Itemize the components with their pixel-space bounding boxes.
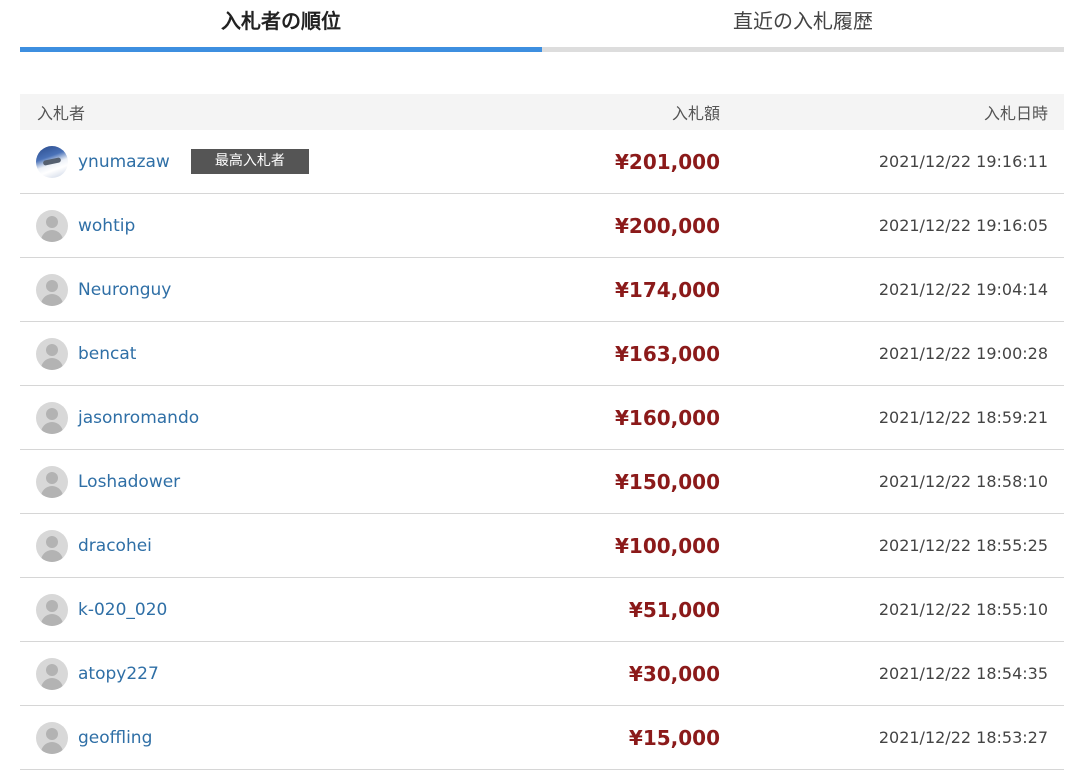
default-user-icon[interactable]	[36, 721, 68, 754]
table-row: ynumazaw 最高入札者 ¥201,000 2021/12/22 19:16:11	[20, 130, 1064, 194]
bidder-name-link[interactable]: bencat	[78, 344, 136, 364]
user-body-shape	[41, 613, 63, 626]
bid-amount: ¥15,000	[628, 725, 720, 750]
bid-datetime: 2021/12/22 19:04:14	[878, 280, 1048, 299]
bid-datetime: 2021/12/22 18:59:21	[878, 408, 1048, 427]
bidder-cell: Loshadower	[20, 465, 580, 498]
tab-recent-bid-history[interactable]: 直近の入札履歴	[542, 0, 1064, 52]
bidder-name-link[interactable]: Loshadower	[78, 472, 180, 492]
bidder-name-link[interactable]: Neuronguy	[78, 280, 171, 300]
bid-datetime: 2021/12/22 18:54:35	[878, 664, 1048, 683]
user-head-shape	[46, 471, 58, 484]
bid-amount: ¥150,000	[614, 469, 720, 494]
user-body-shape	[41, 485, 63, 498]
user-head-shape	[46, 407, 58, 420]
header-amount: 入札額	[671, 104, 720, 123]
tab-bidder-ranking[interactable]: 入札者の順位	[20, 0, 542, 52]
table-row: atopy227 ¥30,000 2021/12/22 18:54:35	[20, 642, 1064, 706]
user-head-shape	[46, 599, 58, 612]
user-body-shape	[41, 293, 63, 306]
bid-datetime: 2021/12/22 18:55:25	[878, 536, 1048, 555]
user-body-shape	[41, 229, 63, 242]
user-body-shape	[41, 357, 63, 370]
table-row: dracohei ¥100,000 2021/12/22 18:55:25	[20, 514, 1064, 578]
default-user-icon[interactable]	[36, 657, 68, 690]
bidder-cell: jasonromando	[20, 401, 580, 434]
airplane-icon	[42, 156, 62, 166]
bidder-name-link[interactable]: k-020_020	[78, 600, 167, 620]
bid-amount: ¥160,000	[614, 405, 720, 430]
default-user-icon[interactable]	[36, 337, 68, 370]
bidder-table: 入札者 入札額 入札日時 ynumazaw 最高入札者 ¥201,000 2021/1…	[20, 94, 1064, 770]
bidder-cell: Neuronguy	[20, 273, 580, 306]
bidder-name-link[interactable]: atopy227	[78, 664, 159, 684]
user-head-shape	[46, 727, 58, 740]
user-head-shape	[46, 279, 58, 292]
bidder-cell: dracohei	[20, 529, 580, 562]
table-row: Loshadower ¥150,000 2021/12/22 18:58:10	[20, 450, 1064, 514]
bid-amount: ¥174,000	[614, 277, 720, 302]
user-body-shape	[41, 549, 63, 562]
bid-datetime: 2021/12/22 19:16:05	[878, 216, 1048, 235]
table-row: geoffling ¥15,000 2021/12/22 18:53:27	[20, 706, 1064, 770]
bid-datetime: 2021/12/22 19:00:28	[878, 344, 1048, 363]
table-row: k-020_020 ¥51,000 2021/12/22 18:55:10	[20, 578, 1064, 642]
bidder-name-link[interactable]: dracohei	[78, 536, 152, 556]
top-bidder-badge: 最高入札者	[190, 149, 309, 174]
user-head-shape	[46, 535, 58, 548]
bidder-cell: atopy227	[20, 657, 580, 690]
default-user-icon[interactable]	[36, 273, 68, 306]
avatar[interactable]	[36, 145, 68, 178]
bid-amount: ¥30,000	[628, 661, 720, 686]
header-datetime: 入札日時	[983, 104, 1048, 123]
tab-bar: 入札者の順位 直近の入札履歴	[20, 0, 1064, 52]
default-user-icon[interactable]	[36, 209, 68, 242]
bidder-cell: ynumazaw 最高入札者	[20, 145, 580, 178]
default-user-icon[interactable]	[36, 593, 68, 626]
bid-amount: ¥51,000	[628, 597, 720, 622]
user-head-shape	[46, 343, 58, 356]
bidder-cell: geoffling	[20, 721, 580, 754]
bid-datetime: 2021/12/22 18:55:10	[878, 600, 1048, 619]
table-header: 入札者 入札額 入札日時	[20, 94, 1064, 130]
bid-amount: ¥100,000	[614, 533, 720, 558]
header-bidder: 入札者	[37, 104, 86, 123]
bid-datetime: 2021/12/22 18:58:10	[878, 472, 1048, 491]
bidder-cell: wohtip	[20, 209, 580, 242]
bid-amount: ¥201,000	[614, 149, 720, 174]
table-row: Neuronguy ¥174,000 2021/12/22 19:04:14	[20, 258, 1064, 322]
bid-amount: ¥163,000	[614, 341, 720, 366]
table-row: wohtip ¥200,000 2021/12/22 19:16:05	[20, 194, 1064, 258]
bidder-cell: bencat	[20, 337, 580, 370]
bid-datetime: 2021/12/22 18:53:27	[878, 728, 1048, 747]
table-row: jasonromando ¥160,000 2021/12/22 18:59:21	[20, 386, 1064, 450]
bidder-name-link[interactable]: geoffling	[78, 728, 152, 748]
bidder-name-link[interactable]: ynumazaw	[78, 152, 170, 172]
user-head-shape	[46, 663, 58, 676]
default-user-icon[interactable]	[36, 529, 68, 562]
default-user-icon[interactable]	[36, 401, 68, 434]
table-row: bencat ¥163,000 2021/12/22 19:00:28	[20, 322, 1064, 386]
bidder-name-link[interactable]: jasonromando	[78, 408, 199, 428]
default-user-icon[interactable]	[36, 465, 68, 498]
bid-datetime: 2021/12/22 19:16:11	[878, 152, 1048, 171]
table-body: ynumazaw 最高入札者 ¥201,000 2021/12/22 19:16:11…	[20, 130, 1064, 770]
user-body-shape	[41, 421, 63, 434]
bidder-cell: k-020_020	[20, 593, 580, 626]
user-body-shape	[41, 741, 63, 754]
user-body-shape	[41, 677, 63, 690]
user-head-shape	[46, 215, 58, 228]
bid-amount: ¥200,000	[614, 213, 720, 238]
bidder-name-link[interactable]: wohtip	[78, 216, 135, 236]
